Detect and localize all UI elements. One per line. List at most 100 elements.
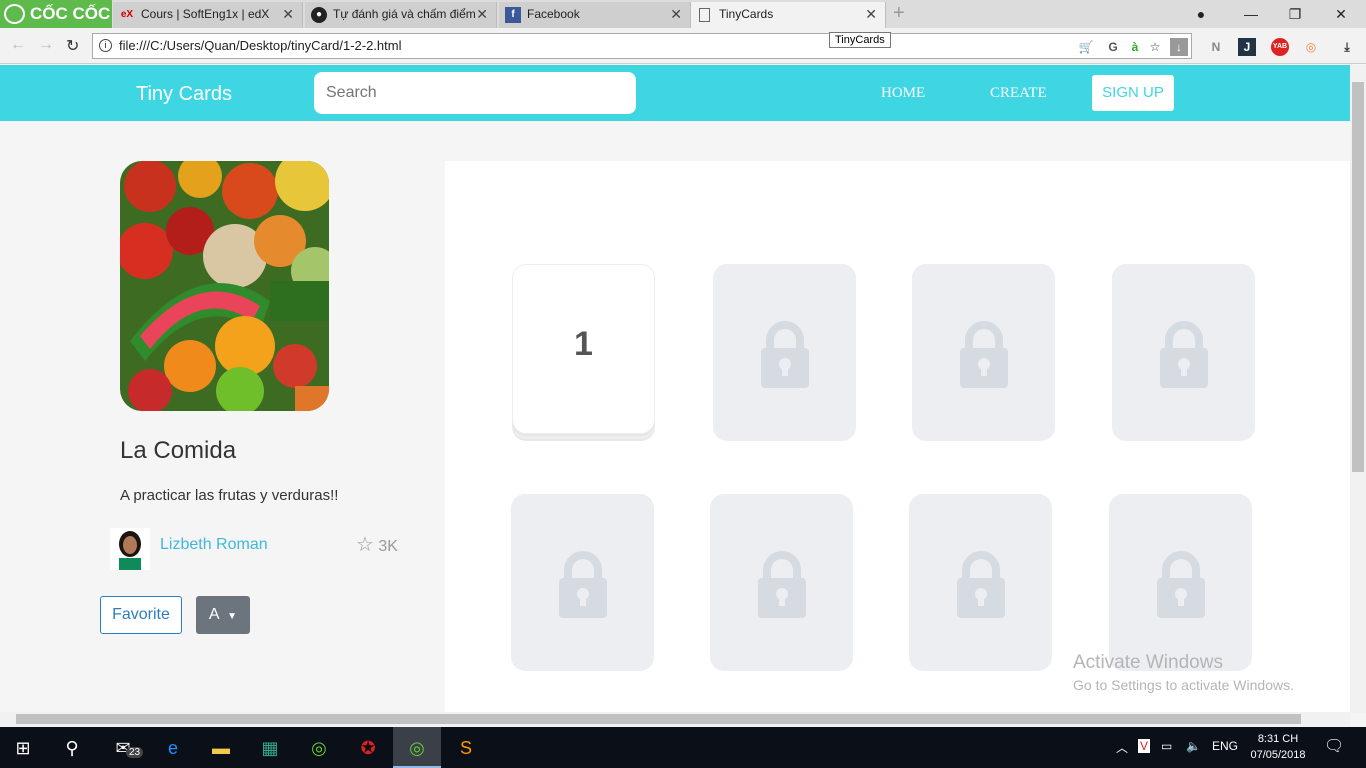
language-indicator[interactable]: ENG [1212, 739, 1238, 753]
forward-icon[interactable]: → [38, 36, 54, 54]
restore-icon[interactable]: ❐ [1280, 2, 1310, 26]
edge-icon[interactable]: e [160, 735, 186, 761]
deck-title: La Comida [120, 437, 237, 464]
nav-home-link[interactable]: HOME [881, 85, 925, 102]
page-icon [699, 8, 710, 22]
windows-taskbar: ⊞ ⚲ ✉ 23 e ▬ ▦ ◎ ✪ ◎ S ︿ V ▭ 🔈 ENG 8:31 … [0, 727, 1366, 768]
level-dropdown-button[interactable]: A ▼ [196, 596, 250, 634]
tab-tinycards[interactable]: TinyCards ✕ [691, 2, 886, 28]
tray-chevron-icon[interactable]: ︿ [1116, 739, 1128, 756]
edx-icon: eX [120, 9, 134, 20]
activate-windows-subtitle: Go to Settings to activate Windows. [1073, 677, 1294, 693]
lock-icon [756, 550, 808, 625]
activate-windows-title: Activate Windows [1073, 652, 1223, 673]
extension-n-icon[interactable]: N [1207, 38, 1225, 56]
url-text: file:///C:/Users/Quan/Desktop/tinyCard/1… [119, 38, 402, 53]
lock-icon [958, 320, 1010, 395]
tab-facebook[interactable]: f Facebook ✕ [499, 2, 691, 28]
close-tab-icon[interactable]: ✕ [476, 2, 488, 26]
nav-create-link[interactable]: CREATE [990, 85, 1047, 102]
close-window-icon[interactable]: ✕ [1326, 2, 1356, 26]
lock-icon [557, 550, 609, 625]
lock-icon [759, 320, 811, 395]
horizontal-scrollbar[interactable] [0, 712, 1350, 726]
address-bar[interactable]: i file:///C:/Users/Quan/Desktop/tinyCard… [92, 33, 1192, 59]
facebook-icon: f [505, 7, 521, 23]
signup-button[interactable]: SIGN UP [1092, 75, 1174, 111]
tab-edx[interactable]: eX Cours | SoftEng1x | edX ✕ [113, 2, 303, 28]
info-icon[interactable]: i [99, 39, 112, 52]
coccoc-menu-button[interactable]: CỐC CỐC [0, 0, 112, 28]
profile-icon[interactable]: ● [1186, 2, 1216, 26]
extension-j-icon[interactable]: J [1238, 38, 1256, 56]
horizontal-scroll-thumb[interactable] [16, 714, 1301, 724]
download-box-icon[interactable]: ↓ [1170, 38, 1188, 56]
star-count: 3K [378, 538, 398, 555]
search-input[interactable] [314, 72, 636, 114]
deck-description: A practicar las frutas y verduras!! [120, 487, 339, 504]
cart-icon[interactable]: 🛒 [1077, 38, 1095, 56]
notification-icon[interactable]: 🗨 [1324, 736, 1344, 756]
level-label: A [208, 606, 219, 623]
close-tab-icon[interactable]: ✕ [670, 2, 682, 26]
card-locked-2[interactable] [713, 264, 856, 441]
chrome-ext-icon[interactable]: ◎ [1302, 38, 1320, 56]
browser-tab-bar: CỐC CỐC eX Cours | SoftEng1x | edX ✕ ● T… [0, 0, 1366, 28]
lock-icon [1155, 550, 1207, 625]
brand-label: CỐC CỐC [30, 4, 111, 23]
bookmark-star-icon[interactable]: ☆ [1146, 38, 1164, 56]
tab-title: Tự đánh giá và chấm điểm [333, 7, 476, 21]
search-icon[interactable]: ⚲ [59, 735, 85, 761]
card-locked-8[interactable] [1109, 494, 1252, 671]
card-locked-4[interactable] [1112, 264, 1255, 441]
github-icon: ● [311, 7, 327, 23]
favorite-count[interactable]: ☆ 3K [350, 530, 414, 560]
unikey-icon[interactable]: V [1138, 739, 1151, 753]
accent-icon[interactable]: à [1126, 38, 1144, 56]
coccoc-logo-icon [4, 4, 25, 24]
network-icon[interactable]: ▭ [1161, 739, 1172, 753]
translate-icon[interactable]: G [1104, 38, 1122, 56]
vertical-scrollbar[interactable] [1350, 65, 1366, 713]
tab-title: TinyCards [719, 7, 774, 21]
site-title[interactable]: Tiny Cards [136, 83, 232, 106]
card-locked-7[interactable] [909, 494, 1052, 671]
deck-cover-image [120, 161, 329, 411]
card-label: 1 [574, 325, 593, 363]
card-locked-3[interactable] [912, 264, 1055, 441]
vertical-scroll-thumb[interactable] [1352, 82, 1364, 472]
card-locked-6[interactable] [710, 494, 853, 671]
close-tab-icon[interactable]: ✕ [282, 2, 294, 26]
volume-icon[interactable]: 🔈 [1186, 739, 1201, 753]
store-icon[interactable]: ▦ [257, 735, 283, 761]
lock-icon [955, 550, 1007, 625]
author-avatar[interactable] [110, 528, 150, 570]
card-locked-5[interactable] [511, 494, 654, 671]
tab-github[interactable]: ● Tự đánh giá và chấm điểm ✕ [305, 2, 497, 28]
author-link[interactable]: Lizbeth Roman [160, 536, 268, 554]
clock[interactable]: 8:31 CH 07/05/2018 [1246, 731, 1310, 763]
tab-tooltip: TinyCards [829, 32, 891, 48]
garena-icon[interactable]: ✪ [355, 735, 381, 761]
minimize-icon[interactable]: — [1236, 2, 1266, 26]
sublime-icon[interactable]: S [453, 735, 479, 761]
favorite-button[interactable]: Favorite [100, 596, 182, 634]
clock-time: 8:31 CH [1257, 733, 1299, 745]
tab-title: Cours | SoftEng1x | edX [141, 7, 270, 21]
coccoc-active-icon[interactable]: ◎ [404, 735, 430, 761]
file-explorer-icon[interactable]: ▬ [208, 735, 234, 761]
new-tab-icon[interactable]: + [893, 2, 905, 25]
windows-start-icon[interactable]: ⊞ [10, 735, 36, 761]
reload-icon[interactable]: ↻ [66, 36, 79, 56]
mail-badge: 23 [126, 747, 144, 758]
tab-title: Facebook [527, 7, 580, 21]
close-tab-icon[interactable]: ✕ [865, 2, 877, 26]
site-navbar: Tiny Cards HOME CREATE SIGN UP [0, 65, 1350, 121]
card-1[interactable]: 1 [512, 264, 655, 434]
downloads-icon[interactable]: ⤓ [1338, 38, 1356, 56]
coccoc-taskbar-icon[interactable]: ◎ [306, 735, 332, 761]
star-icon: ☆ [356, 534, 374, 556]
lock-icon [1158, 320, 1210, 395]
back-icon[interactable]: ← [10, 36, 26, 54]
yab-icon[interactable]: YAB [1271, 38, 1289, 56]
